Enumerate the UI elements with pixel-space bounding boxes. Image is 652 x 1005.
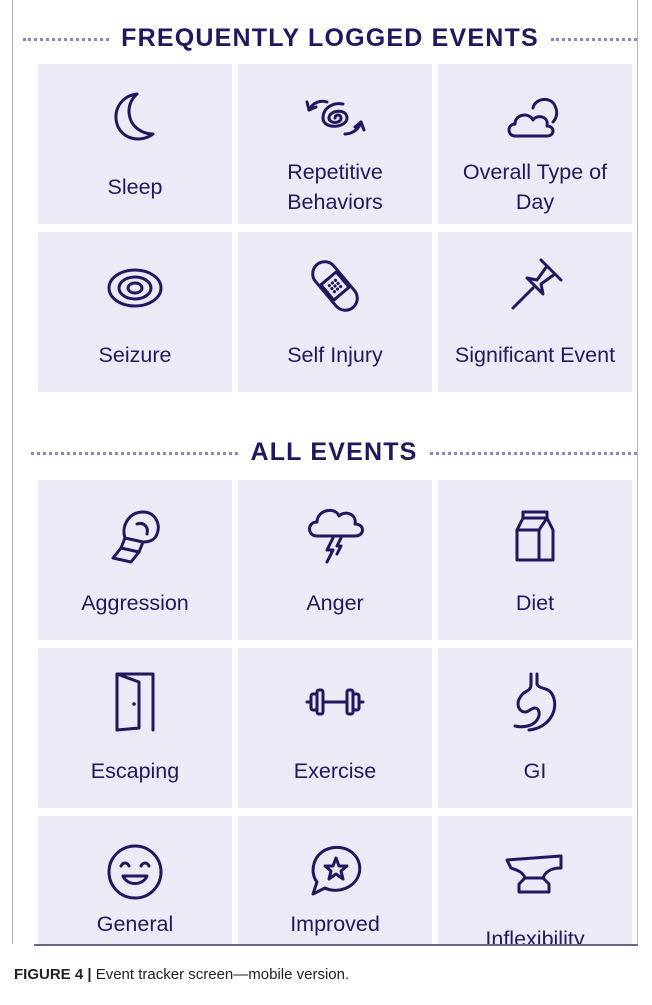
pushpin-icon [438,254,632,318]
tile-overall-type-of-day[interactable]: Overall Type of Day [438,64,632,224]
bottom-divider [34,944,638,946]
tile-anger[interactable]: Anger [238,480,432,640]
cloud-sun-icon [438,86,632,150]
figure-label: FIGURE 4 | [14,966,92,983]
header-dots-right [429,451,637,455]
stomach-icon [438,670,632,734]
tile-label: GI [523,759,547,783]
tile-repetitive-behaviors[interactable]: Repetitive Behaviors [238,64,432,224]
tile-label: Aggression [81,591,189,615]
tile-label: Significant Event [454,343,616,367]
header-dots-left [23,37,110,41]
tile-general-happiness[interactable]: General Happiness [38,816,232,944]
bandage-icon [238,254,432,318]
tile-exercise[interactable]: Exercise [238,648,432,808]
tile-label: Diet [515,591,555,615]
milk-carton-icon [438,502,632,566]
tile-significant-event[interactable]: Significant Event [438,232,632,392]
tile-label: General Happiness [84,912,186,944]
storm-cloud-icon [238,502,432,566]
phone-screen: FREQUENTLY LOGGED EVENTS Sleep Repetitiv… [12,0,638,944]
tile-label: Inflexibility [485,927,585,944]
tile-label: Exercise [293,759,377,783]
tile-label: Escaping [90,759,180,783]
tile-aggression[interactable]: Aggression [38,480,232,640]
tile-label: Self Injury [287,343,383,367]
smiley-icon [38,838,232,902]
dumbbell-icon [238,670,432,734]
tile-inflexibility[interactable]: Inflexibility [438,816,632,944]
all-section-header: ALL EVENTS [31,436,637,468]
frequent-section-title: FREQUENTLY LOGGED EVENTS [121,23,539,52]
moon-icon [38,86,232,150]
spiral-arrows-icon [238,86,432,150]
figure-caption-text: Event tracker screen—mobile version. [91,966,350,983]
tile-improved-language[interactable]: Improved Language [238,816,432,944]
tile-label: Seizure [98,343,172,367]
speech-bubble-star-icon [238,838,432,902]
frequent-section-header: FREQUENTLY LOGGED EVENTS [23,22,637,54]
tile-sleep[interactable]: Sleep [38,64,232,224]
anvil-icon [438,838,632,902]
tile-label: Sleep [107,175,163,199]
tile-label: Repetitive Behaviors [287,160,383,214]
tile-label: Overall Type of Day [462,160,608,214]
tile-seizure[interactable]: Seizure [38,232,232,392]
header-dots-right [550,37,637,41]
tile-label: Anger [306,591,364,615]
tile-escaping[interactable]: Escaping [38,648,232,808]
tile-gi[interactable]: GI [438,648,632,808]
open-door-icon [38,670,232,734]
concentric-rings-icon [38,254,232,318]
tile-label: Improved Language [287,912,383,944]
tile-diet[interactable]: Diet [438,480,632,640]
header-dots-left [31,451,239,455]
tile-self-injury[interactable]: Self Injury [238,232,432,392]
all-section-title: ALL EVENTS [250,437,418,466]
boxing-glove-icon [38,502,232,566]
figure-caption: FIGURE 4 | Event tracker screen—mobile v… [14,966,349,983]
